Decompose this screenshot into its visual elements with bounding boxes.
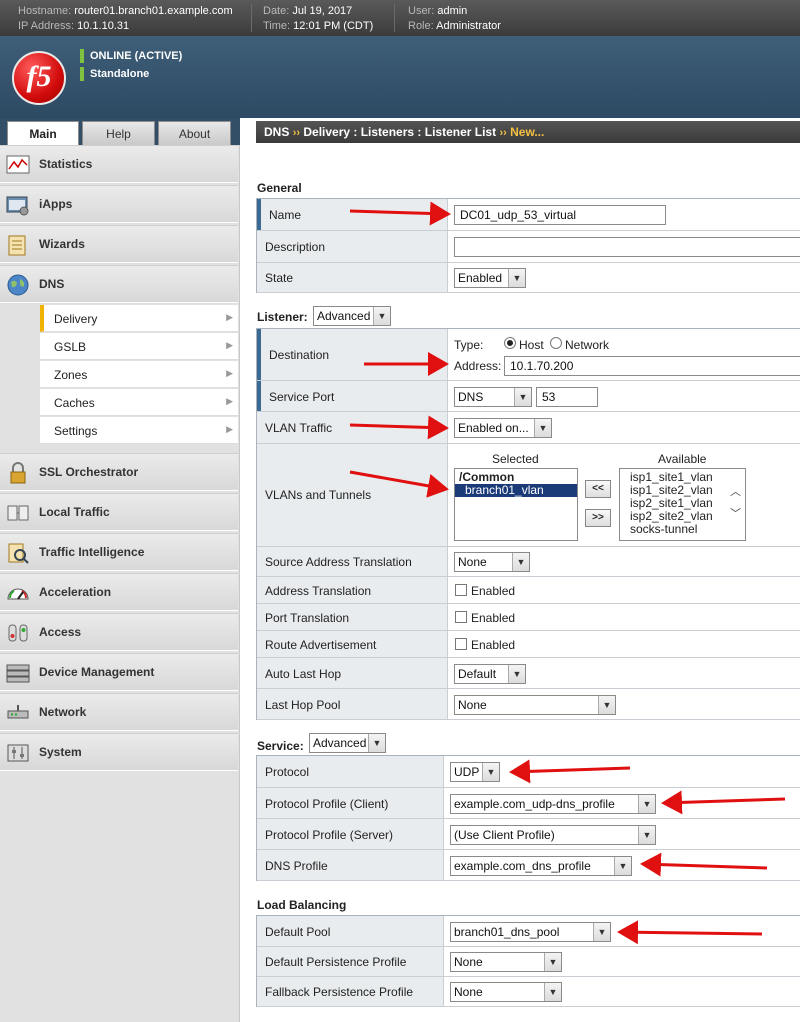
arrow-protocol [509, 759, 631, 784]
annotation-arrows [349, 201, 786, 945]
arrow-vlans [349, 470, 449, 498]
arrow-vlan-traffic [349, 415, 449, 440]
arrow-client-profile [661, 790, 786, 815]
arrow-name [349, 201, 451, 226]
arrow-default-pool [617, 920, 763, 945]
arrow-dns-profile [640, 852, 768, 877]
